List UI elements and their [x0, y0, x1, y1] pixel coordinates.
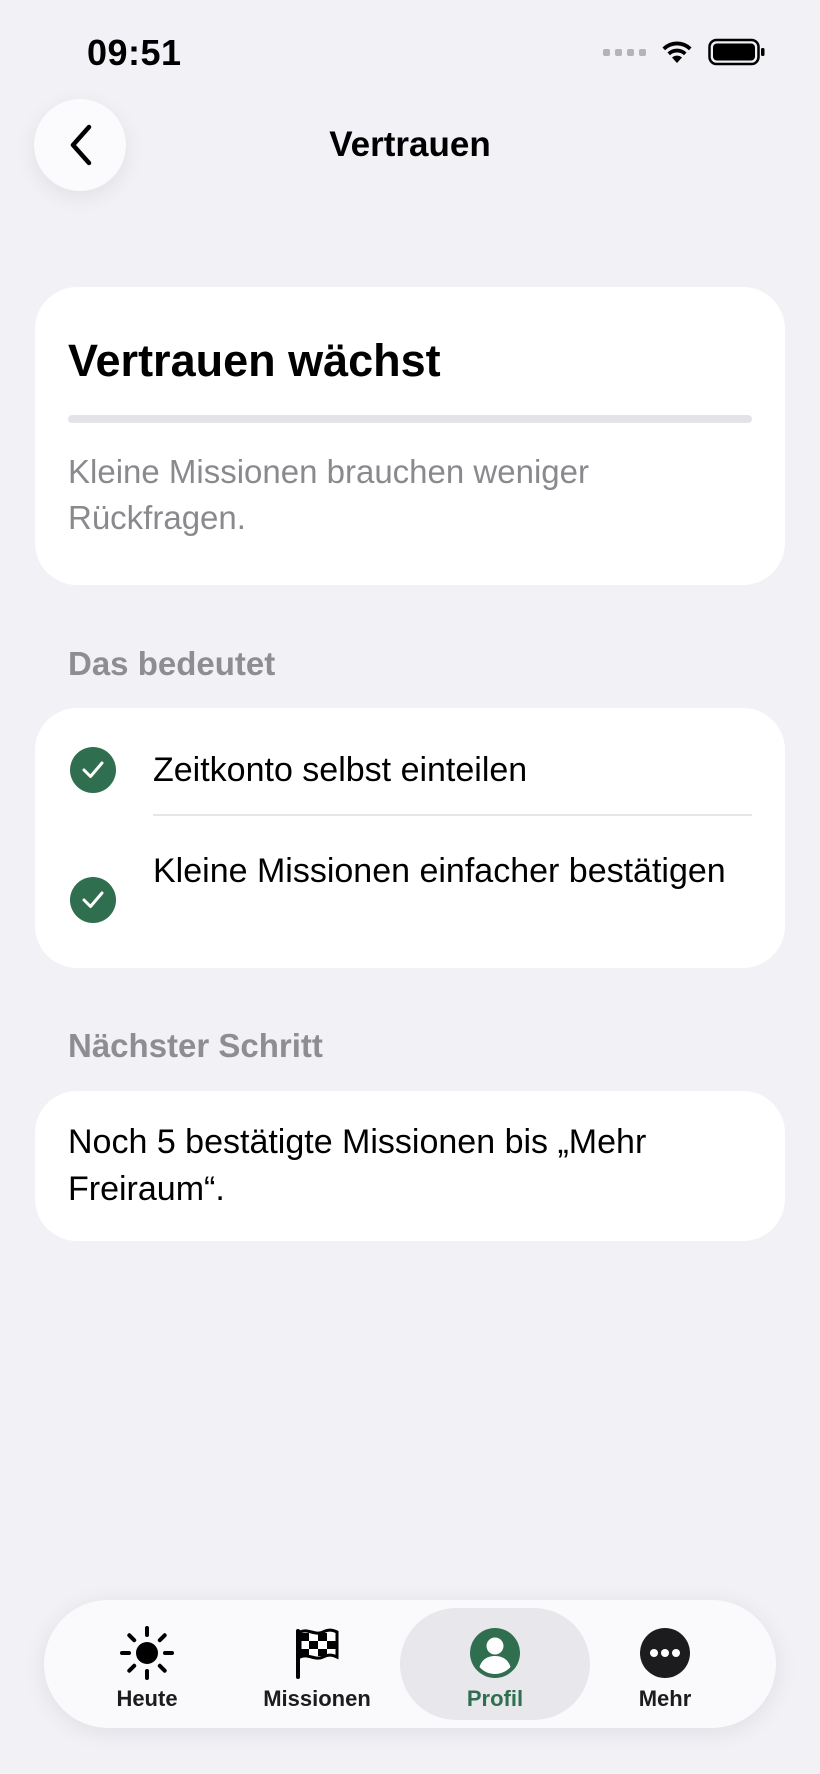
tab-mehr[interactable]: Mehr: [570, 1608, 760, 1720]
battery-icon: [708, 38, 765, 66]
benefits-list-card: Zeitkonto selbst einteilen Kleine Missio…: [35, 708, 785, 968]
trust-status-description: Kleine Missionen brauchen weniger Rückfr…: [68, 453, 589, 536]
trust-status-card: Vertrauen wächst Kleine Missionen brauch…: [35, 287, 785, 585]
tab-bar: Heute Missionen Profil Mehr: [44, 1600, 776, 1728]
next-step-text: Noch 5 bestätigte Missionen bis „Mehr Fr…: [68, 1123, 647, 1208]
next-step-card: Noch 5 bestätigte Missionen bis „Mehr Fr…: [35, 1091, 785, 1241]
sun-icon: [52, 1626, 242, 1680]
checkmark-circle-icon: [70, 877, 116, 923]
tab-label: Mehr: [638, 1686, 692, 1711]
status-icons: [603, 38, 766, 66]
list-item: Zeitkonto selbst einteilen: [35, 740, 785, 800]
checkered-flag-icon: [222, 1626, 412, 1680]
trust-status-title: Vertrauen wächst: [68, 335, 441, 386]
trust-progress-bar: [68, 415, 752, 423]
tab-heute[interactable]: Heute: [52, 1608, 242, 1720]
section-label-next-step: Nächster Schritt: [68, 1027, 323, 1064]
tab-missionen[interactable]: Missionen: [222, 1608, 412, 1720]
list-item-text: Zeitkonto selbst einteilen: [153, 751, 528, 789]
status-bar: 09:51: [0, 0, 820, 110]
divider: [153, 814, 752, 816]
cellular-signal-icon: [603, 48, 646, 56]
tab-label: Missionen: [263, 1686, 371, 1711]
tab-profil[interactable]: Profil: [400, 1608, 590, 1720]
more-ellipsis-icon: [570, 1626, 760, 1680]
section-label-meaning: Das bedeutet: [68, 645, 276, 682]
list-item-text: Kleine Missionen einfacher bestätigen: [153, 852, 726, 890]
navigation-header: Vertrauen: [0, 95, 820, 195]
wifi-icon: [662, 41, 692, 63]
person-circle-icon: [400, 1626, 590, 1680]
page-title: Vertrauen: [329, 125, 491, 164]
tab-label: Heute: [116, 1686, 178, 1711]
list-item: Kleine Missionen einfacher bestätigen: [35, 848, 785, 948]
status-time: 09:51: [87, 32, 182, 73]
tab-label: Profil: [466, 1686, 524, 1711]
checkmark-circle-icon: [70, 747, 116, 793]
